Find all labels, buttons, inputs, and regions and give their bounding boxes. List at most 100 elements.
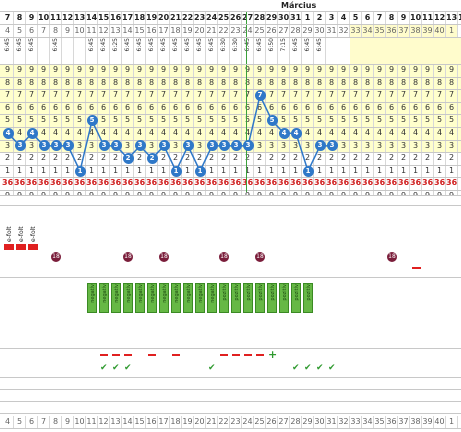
temperature-point[interactable]: 3 — [50, 140, 62, 152]
temp-cell: 1 — [350, 164, 362, 178]
wake-time-text: 6:45 — [256, 38, 263, 52]
temperature-point[interactable]: 3 — [206, 140, 218, 152]
wake-time-text: 6:45 — [160, 38, 167, 52]
temperature-point[interactable]: 2 — [146, 153, 158, 164]
test-cell[interactable]: negatív — [171, 283, 181, 313]
symptom-marker[interactable]: 18 — [159, 252, 169, 262]
temperature-point[interactable]: 3 — [242, 140, 254, 152]
temp-cell: 1 — [326, 164, 338, 178]
test-label: pozitív — [294, 284, 300, 301]
temp-cell: 8 — [26, 76, 38, 90]
temp-row-line — [0, 190, 461, 191]
temp-cell: 36 — [110, 177, 122, 190]
day-number: 18 — [170, 25, 182, 37]
temperature-point[interactable]: 5 — [86, 115, 98, 127]
temp-cell: 3 — [386, 139, 398, 153]
test-cell[interactable]: pozitív — [303, 283, 313, 313]
test-cell[interactable]: negatív — [99, 283, 109, 313]
temp-cell: 6 — [26, 101, 38, 115]
temp-cell: 6 — [314, 101, 326, 115]
temp-cell: 36 — [182, 177, 194, 190]
temperature-point[interactable]: 3 — [134, 140, 146, 152]
temperature-point[interactable]: 5 — [266, 115, 278, 127]
temperature-point[interactable]: 1 — [194, 165, 206, 177]
temp-cell: 9 — [2, 64, 14, 77]
wake-time-text: 6:45 — [52, 38, 59, 52]
header-day: 3 — [326, 12, 338, 24]
temperature-point[interactable]: 1 — [74, 165, 86, 177]
wake-time: 6:45 — [290, 38, 302, 64]
temperature-point[interactable]: 3 — [158, 140, 170, 152]
test-cell[interactable]: negatív — [195, 283, 205, 313]
temp-cell: 36 — [242, 177, 254, 190]
symptom-marker[interactable]: 18 — [219, 252, 229, 262]
test-cell[interactable]: negatív — [123, 283, 133, 313]
test-cell[interactable]: negatív — [207, 283, 217, 313]
temperature-point[interactable]: 4 — [290, 127, 302, 139]
temp-cell: 5 — [62, 114, 74, 127]
header-day: 13 — [446, 12, 458, 24]
test-cell[interactable]: pozitív — [243, 283, 253, 313]
temperature-point[interactable]: 4 — [2, 127, 14, 139]
red-mark — [220, 354, 228, 356]
temperature-point[interactable]: 3 — [38, 140, 50, 152]
temperature-point[interactable]: 3 — [230, 140, 242, 152]
temp-cell: 8 — [422, 76, 434, 90]
temperature-point[interactable]: 2 — [122, 153, 134, 164]
temperature-point[interactable]: 3 — [218, 140, 230, 152]
symptom-marker[interactable]: 18 — [123, 252, 133, 262]
symptom-marker[interactable]: 18 — [387, 252, 397, 262]
temperature-point[interactable]: 3 — [314, 140, 326, 152]
symptom-marker[interactable]: 18 — [51, 252, 61, 262]
header-day: 23 — [194, 12, 206, 24]
temp-cell: 4 — [110, 127, 122, 140]
temperature-point[interactable]: 3 — [62, 140, 74, 152]
test-cell[interactable]: negatív — [159, 283, 169, 313]
temp-row: 44444444444444444444444444444444444444 — [0, 127, 461, 140]
header-day: 12 — [434, 12, 446, 24]
temp-cell: 9 — [314, 64, 326, 77]
temp-cell: 2 — [446, 152, 458, 165]
header-day: 16 — [110, 12, 122, 24]
check-mark: ✔ — [100, 363, 108, 373]
test-cell[interactable]: negatív — [87, 283, 97, 313]
test-cell[interactable]: negatív — [147, 283, 157, 313]
test-cell[interactable]: pozitív — [255, 283, 265, 313]
test-cell[interactable]: pozitív — [219, 283, 229, 313]
test-cell[interactable]: negatív — [183, 283, 193, 313]
day-number: 28 — [290, 25, 302, 37]
temperature-point[interactable]: 3 — [98, 140, 110, 152]
temp-cell: 4 — [218, 127, 230, 140]
test-cell[interactable]: negatív — [135, 283, 145, 313]
temperature-point[interactable]: 4 — [26, 127, 38, 139]
temp-cell: 6 — [302, 101, 314, 115]
temp-cell: 4 — [86, 127, 98, 140]
temperature-point[interactable]: 7 — [254, 90, 266, 101]
symptom-marker[interactable]: 18 — [255, 252, 265, 262]
temp-cell: 8 — [74, 76, 86, 90]
test-cell[interactable]: pozitív — [291, 283, 301, 313]
temp-cell: 9 — [122, 64, 134, 77]
test-cell[interactable]: negatív — [111, 283, 121, 313]
temp-cell: 9 — [266, 64, 278, 77]
temp-cell: 6 — [110, 101, 122, 115]
temperature-point[interactable]: 4 — [278, 127, 290, 139]
test-cell[interactable]: pozitív — [267, 283, 277, 313]
temperature-point[interactable]: 3 — [326, 140, 338, 152]
temperature-point[interactable]: 1 — [170, 165, 182, 177]
temperature-point[interactable]: 3 — [182, 140, 194, 152]
temperature-point[interactable]: 3 — [14, 140, 26, 152]
temp-cell: 6 — [2, 101, 14, 115]
test-cell[interactable]: pozitív — [231, 283, 241, 313]
test-cell[interactable]: pozitív — [279, 283, 289, 313]
temperature-point[interactable]: 3 — [110, 140, 122, 152]
header-day: 14 — [86, 12, 98, 24]
temperature-point[interactable]: 1 — [302, 165, 314, 177]
temp-cell: 36 — [26, 177, 38, 190]
temp-cell: 36 — [434, 177, 446, 190]
footer-day: 7 — [38, 416, 50, 428]
day-number: 36 — [386, 25, 398, 37]
temp-cell: 36 — [398, 177, 410, 190]
temp-cell: 4 — [122, 127, 134, 140]
day-number: 38 — [410, 25, 422, 37]
